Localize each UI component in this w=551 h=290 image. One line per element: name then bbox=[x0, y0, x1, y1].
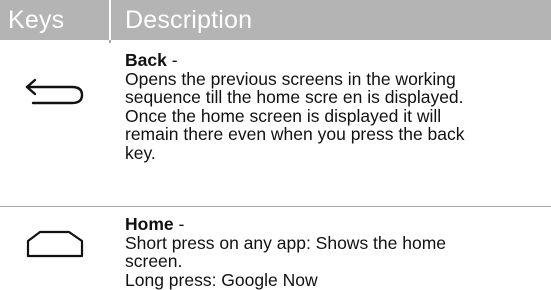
table-row-back: Back - Opens the previous screens in the… bbox=[0, 43, 551, 206]
home-description-line-3: Long press: Google Now bbox=[125, 269, 318, 290]
header-column-divider bbox=[109, 0, 111, 40]
home-title-separator: - bbox=[173, 214, 185, 234]
home-key-title: Home bbox=[125, 214, 174, 234]
back-description-cell: Back - Opens the previous screens in the… bbox=[125, 51, 541, 162]
back-description-line-1: Opens the previous screens in the workin… bbox=[125, 68, 456, 89]
back-description-line-4: remain there even when you press the bac… bbox=[125, 124, 465, 144]
home-key-cell bbox=[0, 207, 109, 287]
home-outline-icon bbox=[26, 230, 84, 258]
back-key-title: Back bbox=[125, 50, 167, 70]
home-title-line: Home - bbox=[125, 215, 541, 234]
back-description-line-2: sequence till the home scre en is displa… bbox=[125, 87, 464, 107]
back-description-line-5: key. bbox=[125, 142, 156, 163]
back-title-line: Back - bbox=[125, 51, 541, 70]
back-key-cell bbox=[0, 43, 109, 206]
keys-description-table: Keys Description Back - Opens the previo… bbox=[0, 0, 551, 289]
keys-column-header: Keys bbox=[8, 6, 65, 34]
back-arrow-icon bbox=[25, 78, 84, 105]
back-description-line-3: Once the home screen is displayed it wil… bbox=[125, 105, 442, 126]
table-header: Keys Description bbox=[0, 0, 551, 40]
home-description-line-1: Short press on any app: Shows the home bbox=[125, 232, 447, 253]
home-description-cell: Home - Short press on any app: Shows the… bbox=[125, 215, 541, 289]
home-description-line-2: screen. bbox=[125, 251, 183, 271]
table-row-home: Home - Short press on any app: Shows the… bbox=[0, 207, 551, 289]
description-column-header: Description bbox=[125, 6, 253, 34]
back-title-separator: - bbox=[166, 50, 178, 70]
